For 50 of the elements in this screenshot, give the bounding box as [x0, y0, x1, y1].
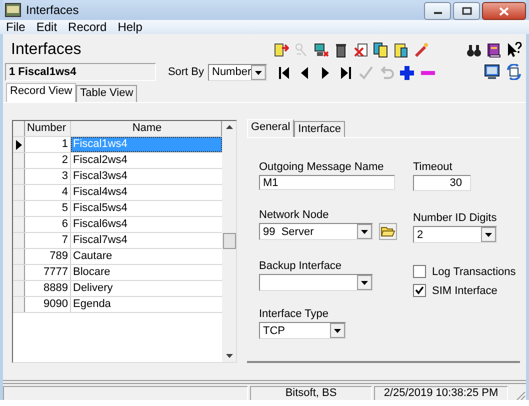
table-cell: 4 — [25, 185, 71, 200]
table-cell: 5 — [25, 201, 71, 216]
table-cell[interactable]: Fiscal5ws4 — [71, 201, 222, 216]
field-label: Outgoing Message Name — [259, 161, 384, 173]
number-id-digits-dropdown[interactable]: 2 — [413, 226, 497, 243]
table-cell: 7777 — [25, 265, 71, 280]
table-cell: 7 — [25, 233, 71, 248]
menu-item[interactable]: Help — [116, 20, 148, 34]
menu-item[interactable]: File — [4, 20, 32, 34]
interface-type-dropdown[interactable]: TCP — [259, 322, 346, 339]
table-cell: 2 — [25, 153, 71, 168]
view-tab[interactable]: Table View — [76, 85, 138, 102]
table-cell[interactable]: Fiscal4ws4 — [71, 185, 222, 200]
table-cell[interactable]: Cautare — [71, 249, 222, 264]
field-label: Interface Type — [259, 308, 329, 320]
checkbox-label[interactable]: Log Transactions — [432, 266, 516, 278]
table-cell[interactable]: Fiscal3ws4 — [71, 169, 222, 184]
menu-item[interactable]: Record — [66, 20, 113, 34]
sort-by-label: Sort By — [168, 66, 204, 78]
network-node-dropdown[interactable]: 99 Server — [259, 223, 373, 240]
menu-item[interactable]: Edit — [34, 20, 64, 34]
message-name-field[interactable]: M1 — [259, 175, 395, 190]
table-cell[interactable]: Blocare — [71, 265, 222, 280]
detail-tab[interactable]: General — [247, 119, 294, 137]
table-cell: 3 — [25, 169, 71, 184]
table-cell[interactable]: Delivery — [71, 281, 222, 296]
status-text: 2/25/2019 10:38:25 PM — [374, 386, 508, 400]
table-cell[interactable]: Fiscal7ws4 — [71, 233, 222, 248]
table-cell[interactable]: Egenda — [71, 297, 222, 312]
table-cell[interactable]: Fiscal2ws4 — [71, 153, 222, 168]
table-cell[interactable]: Fiscal6ws4 — [71, 217, 222, 232]
sort-by-dropdown[interactable]: Number — [208, 64, 267, 80]
table-cell: 789 — [25, 249, 71, 264]
table-cell: 9090 — [25, 297, 71, 312]
timeout-field[interactable]: 30 — [413, 175, 471, 191]
window-title: Interfaces — [26, 3, 79, 17]
status-text: Bitsoft, BS — [250, 386, 372, 400]
column-header[interactable]: Number — [25, 121, 71, 136]
table-cell: 8889 — [25, 281, 71, 296]
column-header[interactable]: Name — [71, 121, 222, 136]
detail-tab[interactable]: Interface — [294, 121, 345, 137]
table-cell: 6 — [25, 217, 71, 232]
checkbox-label[interactable]: SIM Interface — [432, 284, 498, 296]
field-label: Timeout — [413, 161, 452, 173]
field-label: Backup Interface — [259, 260, 342, 272]
current-record-field: 1 Fiscal1ws4 — [5, 63, 156, 81]
view-tab[interactable]: Record View — [6, 83, 76, 102]
field-label: Number ID Digits — [413, 212, 497, 224]
form-title: Interfaces — [11, 41, 82, 60]
field-label: Network Node — [259, 209, 329, 221]
